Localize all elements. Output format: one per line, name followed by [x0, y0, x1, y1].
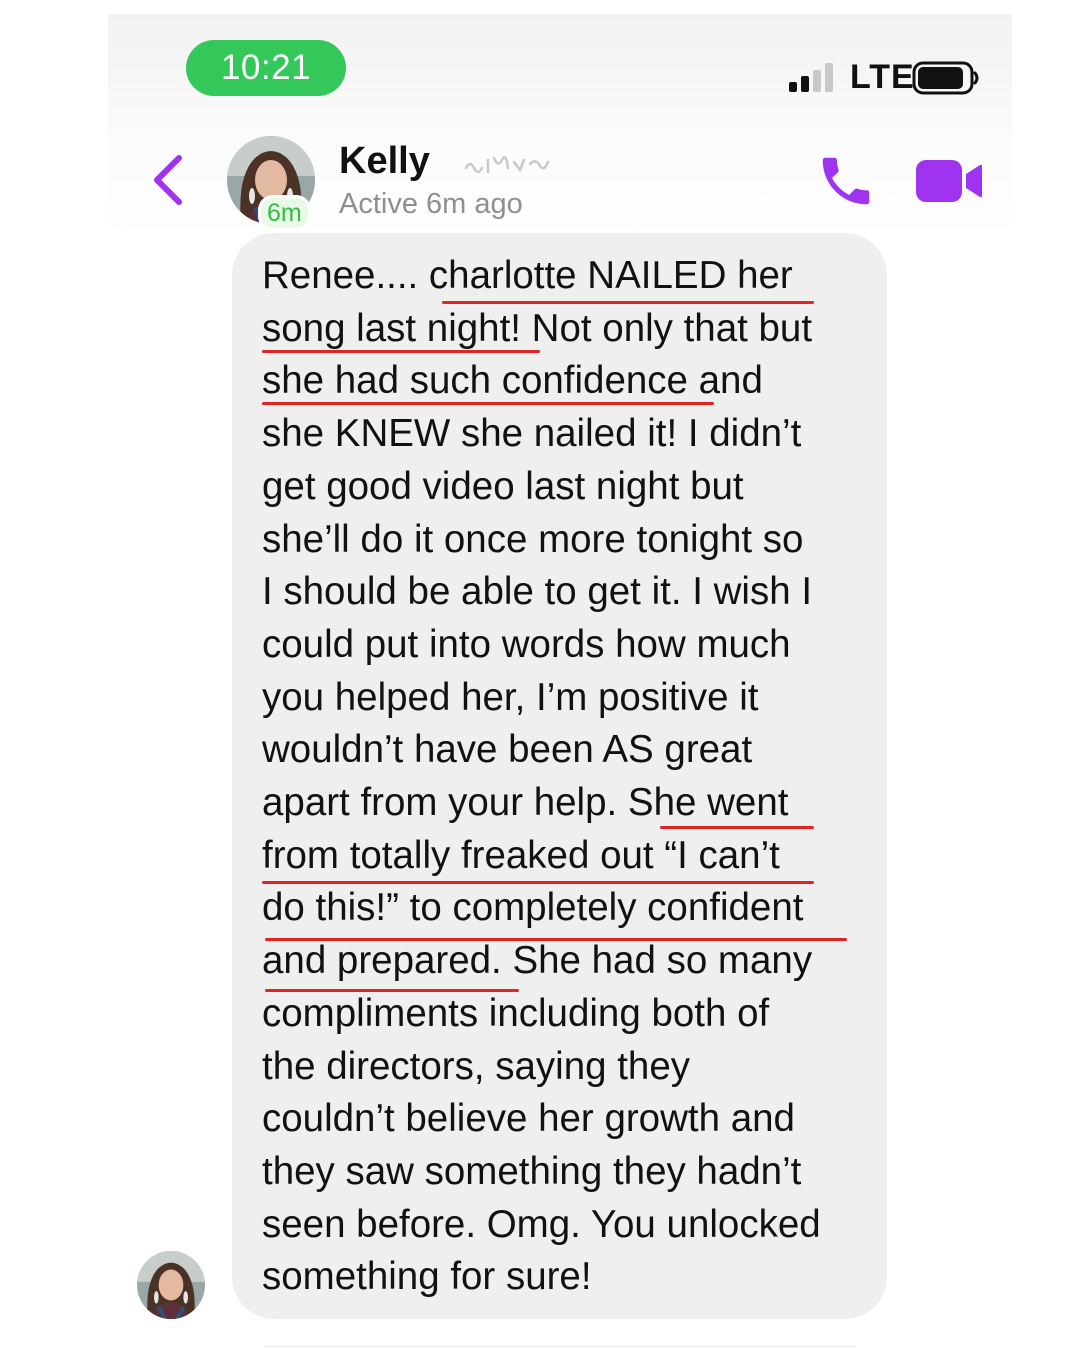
- back-button[interactable]: [140, 148, 196, 212]
- message-line: they saw something they hadn’t: [262, 1149, 802, 1193]
- message-line: get good video last night but: [262, 464, 744, 508]
- message-line: compliments including both of: [262, 991, 770, 1035]
- message-line: do this!” to completely confident: [262, 886, 804, 930]
- message-line: something for sure!: [262, 1255, 592, 1299]
- message-line: the directors, saying they: [262, 1044, 690, 1088]
- cellular-signal-icon: [789, 62, 839, 92]
- network-type: LTE: [850, 58, 915, 96]
- profile-photo-icon: [137, 1251, 205, 1319]
- message-line: seen before. Omg. You unlocked: [262, 1202, 821, 1246]
- video-camera-icon: [916, 160, 982, 202]
- redacted-scribble-icon: [464, 156, 550, 174]
- message-line: could put into words how much: [262, 622, 791, 666]
- battery-fill: [918, 67, 963, 89]
- chevron-left-icon: [154, 155, 182, 205]
- contact-name[interactable]: Kelly: [339, 140, 430, 183]
- audio-call-button[interactable]: [815, 150, 877, 212]
- active-status-text: Active 6m ago: [339, 188, 523, 220]
- message-line: she KNEW she nailed it! I didn’t: [262, 412, 802, 456]
- active-time-badge: 6m: [258, 195, 311, 231]
- signal-bar: [789, 82, 797, 92]
- video-call-button[interactable]: [914, 156, 984, 206]
- signal-bar: [801, 76, 809, 92]
- message-line: wouldn’t have been AS great: [262, 728, 753, 772]
- sender-avatar[interactable]: [137, 1251, 205, 1319]
- status-time: 10:21: [220, 48, 312, 87]
- message-line: apart from your help. She went: [262, 781, 789, 825]
- message-text: Renee.... charlotte NAILED her song last …: [262, 250, 862, 1304]
- time-pill[interactable]: 10:21: [186, 40, 346, 96]
- phone-icon: [822, 157, 870, 205]
- message-line: and prepared. She had so many: [262, 939, 813, 983]
- battery-icon: [912, 61, 979, 95]
- message-line: couldn’t believe her growth and: [262, 1097, 795, 1141]
- message-line: you helped her, I’m positive it: [262, 675, 759, 719]
- signal-bar: [813, 70, 821, 92]
- message-line: from totally freaked out “I can’t: [262, 833, 780, 877]
- divider: [265, 1346, 855, 1347]
- message-line: song last night! Not only that but: [262, 306, 813, 350]
- message-line: she’ll do it once more tonight so: [262, 517, 804, 561]
- message-line: Renee.... charlotte NAILED her: [262, 254, 793, 297]
- message-line: I should be able to get it. I wish I: [262, 570, 813, 614]
- message-line: she had such confidence and: [262, 359, 763, 403]
- signal-bar: [825, 63, 833, 92]
